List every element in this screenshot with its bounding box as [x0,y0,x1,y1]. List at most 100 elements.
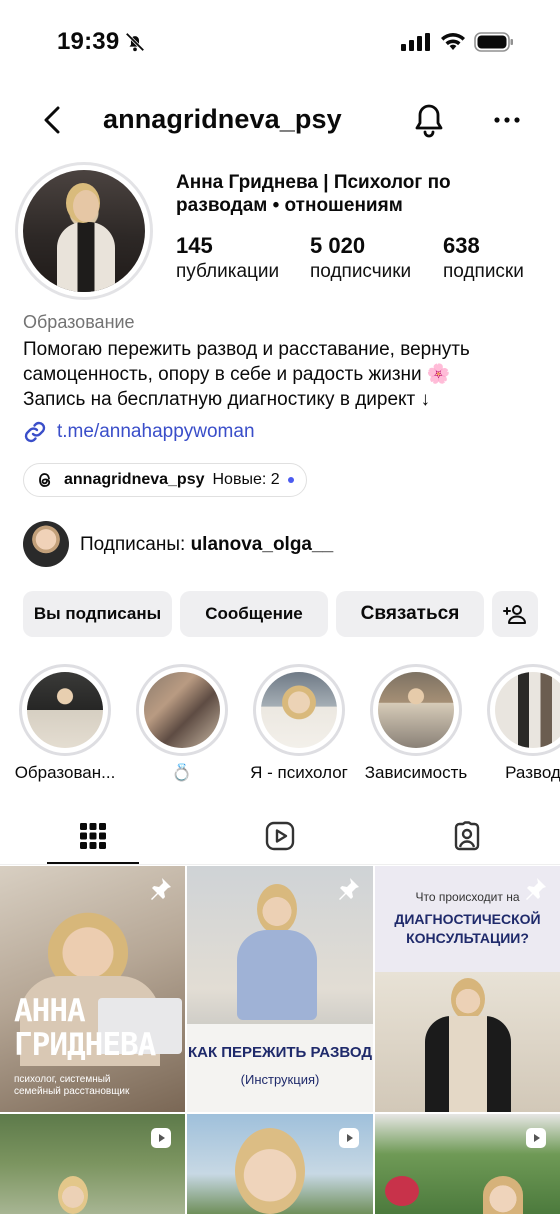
stat-posts-label: публикации [176,261,280,282]
highlight-divorce[interactable]: Развод [478,664,560,783]
reel-icon [339,1128,359,1148]
post-photo [483,1176,523,1214]
bio-category: Образование [23,312,135,332]
threads-badge[interactable]: annagridneva_psy Новые: 2 [23,463,307,497]
bio-link-text: t.me/annahappywoman [57,421,255,442]
active-tab-indicator [47,862,139,864]
bio-link[interactable]: t.me/annahappywoman [23,420,255,444]
highlight-cover-ring [370,664,462,756]
post-tile[interactable]: КАК ПЕРЕЖИТЬ РАЗВОД (Инструкция) [187,866,373,1112]
highlight-cover [27,672,103,748]
threads-new-count: Новые: 2 [212,471,280,488]
bio-text: Помогаю пережить развод и расставание, в… [23,337,543,412]
highlight-label: Развод [505,763,560,782]
post-photo-head [451,978,485,1020]
tagged-person-icon [454,821,480,851]
post-subtitle: (Инструкция) [240,1072,320,1087]
post-title: АННА ГРИДНЕВА [14,993,156,1063]
status-bar: 19:39 [0,0,560,84]
highlight-cover-ring [19,664,111,756]
highlight-cover-ring [487,664,560,756]
highlight-cover [261,672,337,748]
profile-tabs [0,807,560,865]
post-tile[interactable] [187,1114,373,1214]
post-tile[interactable] [375,1114,560,1214]
message-button[interactable]: Сообщение [180,591,328,637]
profile-name-line1: Анна Гриднева | Психолог по [176,172,451,193]
stat-following-count: 638 [443,233,480,258]
stat-following[interactable]: 638 подписки [443,233,524,285]
highlight-label: Я - психолог [250,763,348,782]
threads-new-dot [287,477,294,483]
followed-by-user: ulanova_olga__ [190,534,334,555]
post-title: ДИАГНОСТИЧЕСКОЙ КОНСУЛЬТАЦИИ? [375,910,560,948]
followed-by-text[interactable]: Подписаны: ulanova_olga__ [80,534,333,556]
post-title-line2: КОНСУЛЬТАЦИИ? [406,930,529,946]
back-arrow-icon[interactable] [36,104,68,136]
pinned-icon [151,878,171,900]
post-photo-body [237,930,317,1020]
header-username: annagridneva_psy [103,104,342,134]
post-caption-line2: семейный расстановщик [14,1086,130,1097]
highlight-label: Образован... [14,763,116,782]
stat-posts[interactable]: 145 публикации [176,233,279,285]
threads-username: annagridneva_psy [64,471,205,488]
stat-following-label: подписки [443,261,524,282]
highlight-cover [144,672,220,748]
profile-avatar[interactable] [15,162,153,300]
highlight-ring-emoji[interactable]: 💍 [127,664,237,783]
bio-line1: Помогаю пережить развод и расставание, в… [23,339,470,360]
post-photo [235,1128,305,1214]
reel-icon [526,1128,546,1148]
stat-posts-count: 145 [176,233,213,258]
reels-icon [265,821,295,851]
post-photo [257,884,297,934]
suggested-people-button[interactable] [492,591,538,637]
post-title: КАК ПЕРЕЖИТЬ РАЗВОД [187,1044,373,1061]
post-photo-body [425,1016,511,1112]
post-tile[interactable]: АННА ГРИДНЕВА психолог, системный семейн… [0,866,185,1112]
reel-icon [151,1128,171,1148]
profile-photo [23,170,145,292]
pinned-icon [526,878,546,900]
stat-followers-count: 5 020 [310,233,366,258]
highlight-education[interactable]: Образован... [10,664,120,783]
post-caption: психолог, системный семейный расстановщи… [14,1074,129,1098]
post-photo [58,1176,88,1214]
post-photo-flower [385,1176,419,1206]
highlight-psychologist[interactable]: Я - психолог [244,664,354,783]
pinned-icon [339,878,359,900]
bio-line2: самоценность, опору в себе и радость жиз… [23,364,451,385]
add-person-icon [503,605,526,624]
threads-icon [39,473,51,487]
contact-button[interactable]: Связаться [336,591,484,637]
post-title-line2: ГРИДНЕВА [14,1027,156,1063]
post-caption-line1: психолог, системный [14,1074,111,1085]
tab-tagged[interactable] [374,807,560,865]
profile-header: annagridneva_psy [0,92,560,150]
followed-by-avatar[interactable] [23,521,69,567]
post-tile[interactable]: Что происходит на ДИАГНОСТИЧЕСКОЙ КОНСУЛ… [375,866,560,1112]
notification-bell-icon[interactable] [412,102,446,138]
tab-reels[interactable] [187,807,373,865]
bell-off-icon [125,32,145,52]
stat-followers[interactable]: 5 020 подписчики [310,233,411,285]
highlight-cover [378,672,454,748]
post-text-panel [187,1024,373,1112]
status-time: 19:39 [57,28,120,55]
stat-followers-label: подписчики [310,261,412,282]
post-tile[interactable] [0,1114,185,1214]
profile-name-line2: разводам • отношениям [176,195,403,216]
highlight-cover-ring [253,664,345,756]
bio-line3: Запись на бесплатную диагностику в дирек… [23,389,431,410]
highlight-label: 💍 [171,763,193,782]
profile-display-name: Анна Гриднева | Психолог по разводам • о… [176,171,506,217]
posts-grid: АННА ГРИДНЕВА психолог, системный семейн… [0,866,560,1214]
more-options-icon[interactable] [490,108,524,132]
grid-icon [80,823,106,849]
following-button[interactable]: Вы подписаны [23,591,172,637]
post-title-line1: ДИАГНОСТИЧЕСКОЙ [394,911,541,927]
highlight-addiction[interactable]: Зависимость [361,664,471,783]
post-title-line1: АННА [14,993,86,1029]
tab-posts-grid[interactable] [0,807,186,865]
